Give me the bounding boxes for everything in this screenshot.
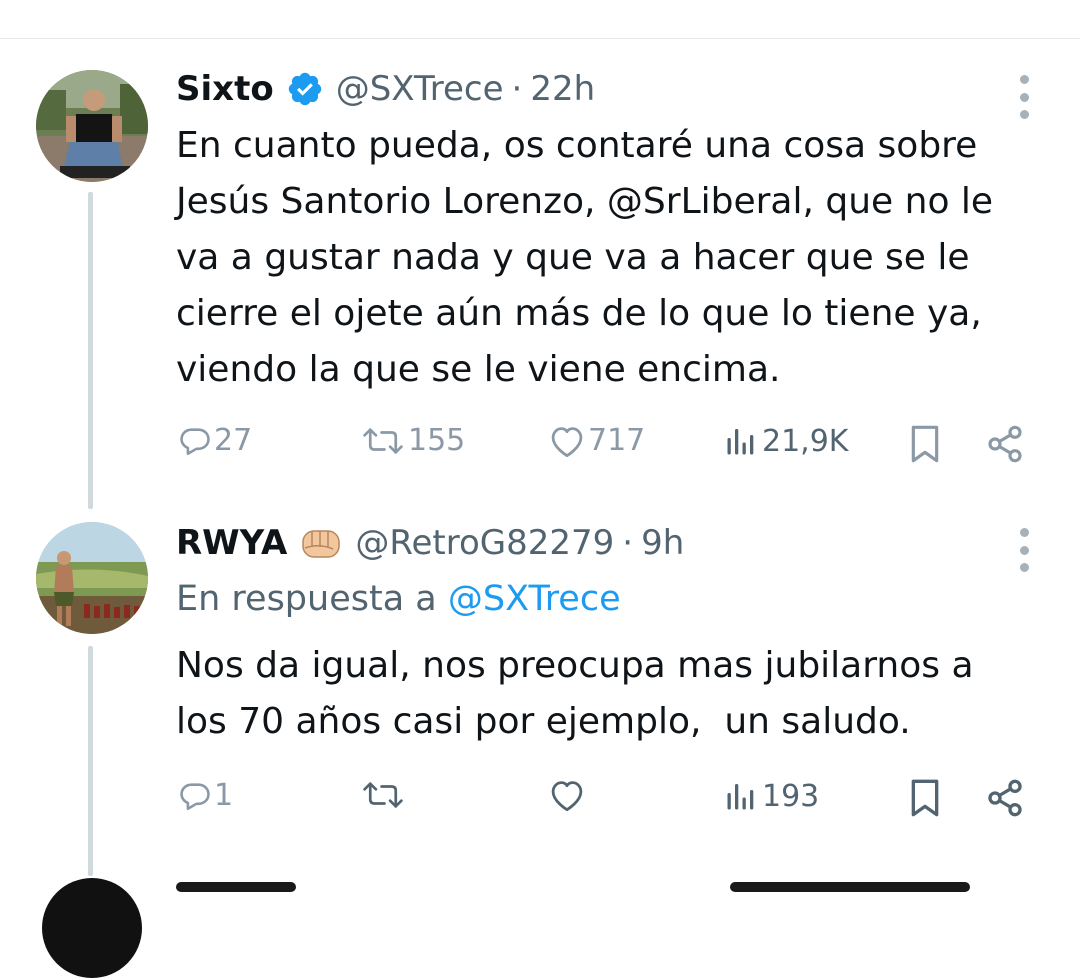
share-icon (988, 779, 1022, 817)
tweet-text-line: los 70 años casi por ejemplo, un saludo. (176, 701, 911, 742)
tweet-header: Sixto @SXTrece · 22h (176, 68, 595, 110)
tweet-text-line: En cuanto pueda, os contaré una cosa sob… (176, 125, 978, 166)
like-button[interactable]: 717 (548, 423, 645, 458)
bookmark-icon (911, 779, 939, 817)
tweet-text-line: viendo la que se le viene encima. (176, 349, 781, 390)
next-tweet-follow-fragment (730, 882, 970, 892)
reply-count: 27 (214, 423, 253, 458)
tweet-text-line: va a gustar nada y que va a hacer que se… (176, 237, 970, 278)
tweet-time[interactable]: 22h (530, 69, 595, 109)
views-count: 193 (762, 778, 820, 814)
tweet-text-line: cierre el ojete aún más de lo que lo tie… (176, 293, 982, 334)
like-button[interactable] (548, 778, 588, 812)
share-button[interactable] (985, 778, 1025, 818)
views-count: 21,9K (762, 423, 849, 459)
avatar-rwya[interactable] (36, 522, 148, 634)
bookmark-button[interactable] (908, 778, 942, 818)
thread-connector (88, 192, 93, 509)
like-icon (551, 426, 583, 457)
share-button[interactable] (985, 424, 1025, 464)
views-button[interactable]: 193 (722, 778, 819, 814)
views-button[interactable]: 21,9K (722, 423, 848, 459)
next-tweet-header-fragment (176, 882, 296, 892)
reply-count: 1 (214, 778, 234, 813)
thread-connector (88, 646, 93, 876)
reply-icon (180, 427, 210, 455)
verified-badge-icon (286, 70, 324, 108)
oncoming-fist-icon (299, 523, 343, 563)
reply-icon (180, 782, 210, 810)
retweet-count: 155 (408, 423, 466, 458)
views-icon (727, 784, 754, 810)
reply-prefix: En respuesta a (176, 579, 437, 619)
tweet-text: Nos da igual, nos preocupa mas jubilarno… (176, 638, 1056, 750)
top-divider (0, 38, 1080, 39)
author-handle[interactable]: @SXTrece (336, 69, 504, 109)
retweet-button[interactable]: 155 (360, 423, 465, 458)
like-icon (551, 781, 583, 812)
reply-context: En respuesta a @SXTrece (176, 579, 621, 619)
tweet-header: RWYA @RetroG82279 · 9h (176, 522, 684, 564)
author-handle[interactable]: @RetroG82279 (355, 523, 614, 563)
time-separator: · (511, 69, 523, 109)
reply-button[interactable]: 1 (178, 778, 233, 813)
retweet-icon (363, 427, 403, 454)
more-icon[interactable] (1012, 75, 1036, 119)
retweet-icon (363, 782, 403, 808)
like-count: 717 (588, 423, 646, 458)
more-icon[interactable] (1012, 528, 1036, 572)
avatar-sixto[interactable] (36, 70, 148, 182)
tweet-text-line: Nos da igual, nos preocupa mas jubilarno… (176, 645, 974, 686)
reply-mention-link[interactable]: @SXTrece (448, 579, 621, 619)
retweet-button[interactable] (360, 778, 408, 812)
bookmark-button[interactable] (908, 424, 942, 464)
share-icon (988, 425, 1022, 463)
tweet-text-line: Jesús Santorio Lorenzo, @SrLiberal, que … (176, 181, 994, 222)
reply-button[interactable]: 27 (178, 423, 252, 458)
tweet-text: En cuanto pueda, os contaré una cosa sob… (176, 118, 1056, 398)
author-name[interactable]: Sixto (176, 69, 274, 109)
tweet-time[interactable]: 9h (641, 523, 684, 563)
time-separator: · (622, 523, 634, 563)
next-tweet-avatar[interactable] (42, 878, 142, 978)
bookmark-icon (911, 425, 939, 463)
views-icon (727, 429, 754, 455)
author-name[interactable]: RWYA (176, 523, 287, 563)
